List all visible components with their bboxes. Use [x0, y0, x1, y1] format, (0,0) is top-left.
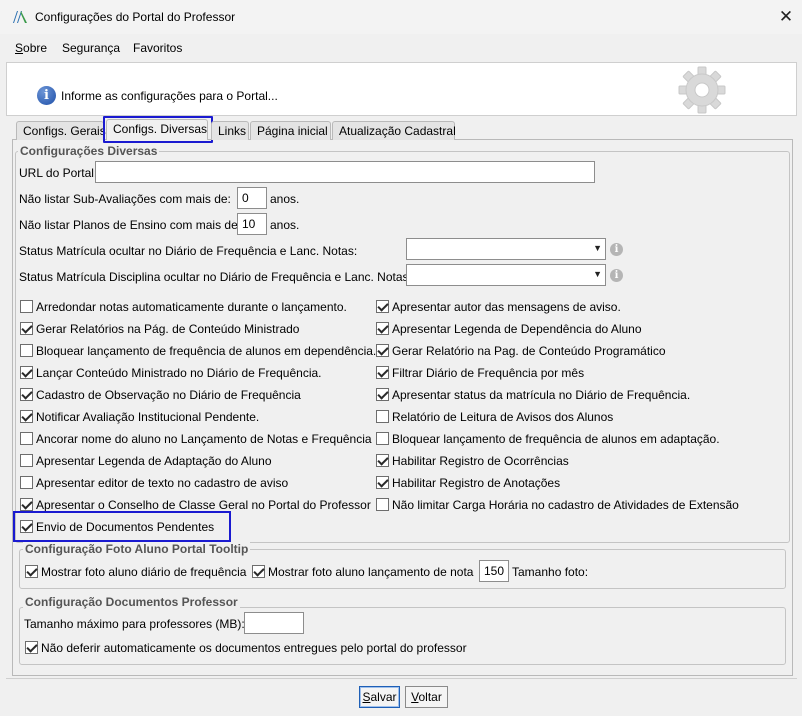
save-button[interactable]: Salvar — [359, 686, 400, 708]
checkbox-label: Bloquear lançamento de frequência de alu… — [392, 432, 720, 446]
checkbox-label: Ancorar nome do aluno no Lançamento de N… — [36, 432, 372, 446]
planos-ensino-input[interactable]: 10 — [237, 213, 267, 235]
planos-ensino-unit: anos. — [270, 218, 300, 232]
menu-sobre-mnemonic: S — [15, 41, 24, 55]
menu-favoritos[interactable]: Favoritos — [133, 41, 182, 55]
checkbox[interactable] — [376, 366, 389, 379]
window-right-edge — [797, 62, 802, 716]
group-documentos-professor — [19, 607, 786, 665]
sub-avaliacoes-input[interactable]: 0 — [237, 187, 267, 209]
checkbox[interactable] — [25, 641, 38, 654]
planos-ensino-label: Não listar Planos de Ensino com mais de: — [19, 218, 242, 232]
status-disciplina-label: Status Matrícula Disciplina ocultar no D… — [19, 270, 412, 284]
save-label-rest: alvar — [370, 690, 397, 704]
status-frequencia-select[interactable]: ▼ — [406, 238, 606, 260]
status-disciplina-select[interactable]: ▼ — [406, 264, 606, 286]
button-bar — [6, 678, 797, 716]
checkbox[interactable] — [20, 498, 33, 511]
checkbox[interactable] — [25, 565, 38, 578]
checkbox-label: Arredondar notas automaticamente durante… — [36, 300, 347, 314]
checkbox-label: Lançar Conteúdo Ministrado no Diário de … — [36, 366, 322, 380]
status-frequencia-label: Status Matrícula ocultar no Diário de Fr… — [19, 244, 358, 258]
checkbox[interactable] — [20, 454, 33, 467]
checkbox-label: Apresentar status da matrícula no Diário… — [392, 388, 691, 402]
checkbox-label: Apresentar Legenda de Adaptação do Aluno — [36, 454, 272, 468]
checkbox[interactable] — [376, 388, 389, 401]
tab-atualizacao-cadastral[interactable]: Atualização Cadastral — [332, 121, 456, 140]
checkbox-label: Apresentar editor de texto no cadastro d… — [36, 476, 289, 490]
back-label-rest: oltar — [418, 690, 442, 704]
checkbox[interactable] — [20, 388, 33, 401]
checkbox-label: Não limitar Carga Horária no cadastro de… — [392, 498, 739, 512]
save-mnemonic: S — [362, 690, 371, 704]
close-button[interactable]: ✕ — [772, 4, 800, 30]
group-foto-tooltip-legend: Configuração Foto Aluno Portal Tooltip — [23, 542, 251, 556]
docs-max-input[interactable] — [244, 612, 304, 634]
checkbox[interactable] — [20, 322, 33, 335]
url-label: URL do Portal: — [19, 166, 98, 180]
url-input[interactable] — [95, 161, 595, 183]
info-hint-icon[interactable]: i — [610, 269, 623, 282]
checkbox[interactable] — [20, 432, 33, 445]
checkbox[interactable] — [376, 498, 389, 511]
menu-bar — [0, 34, 802, 62]
tab-pagina-inicial[interactable]: Página inicial — [250, 121, 331, 140]
chevron-down-icon: ▼ — [593, 269, 602, 279]
checkbox[interactable] — [20, 344, 33, 357]
checkbox[interactable] — [376, 432, 389, 445]
checkbox[interactable] — [252, 565, 265, 578]
info-hint-icon[interactable]: i — [610, 243, 623, 256]
back-mnemonic: V — [411, 690, 419, 704]
back-button[interactable]: Voltar — [405, 686, 448, 708]
checkbox-label: Notificar Avaliação Institucional Penden… — [36, 410, 260, 424]
header-text: Informe as configurações para o Portal..… — [61, 89, 278, 103]
checkbox[interactable] — [376, 300, 389, 313]
checkbox-label: Mostrar foto aluno diário de frequência — [41, 565, 247, 579]
sub-avaliacoes-label: Não listar Sub-Avaliações com mais de: — [19, 192, 231, 206]
checkbox-label: Habilitar Registro de Anotações — [392, 476, 561, 490]
app-logo-icon — [13, 11, 27, 23]
gear-icon — [678, 66, 726, 114]
checkbox-label: Bloquear lançamento de frequência de alu… — [36, 344, 377, 358]
chevron-down-icon: ▼ — [593, 243, 602, 253]
checkbox-label: Gerar Relatório na Pag. de Conteúdo Prog… — [392, 344, 666, 358]
checkbox-label: Filtrar Diário de Frequência por mês — [392, 366, 585, 380]
checkbox[interactable] — [20, 366, 33, 379]
checkbox-label: Habilitar Registro de Ocorrências — [392, 454, 569, 468]
checkbox-label: Apresentar autor das mensagens de aviso. — [392, 300, 621, 314]
checkbox[interactable] — [376, 344, 389, 357]
window-title: Configurações do Portal do Professor — [35, 10, 236, 24]
checkbox-label: Cadastro de Observação no Diário de Freq… — [36, 388, 301, 402]
foto-size-label: Tamanho foto: — [512, 565, 589, 579]
checkbox-label: Apresentar o Conselho de Classe Geral no… — [36, 498, 371, 512]
tab-links[interactable]: Links — [211, 121, 249, 140]
checkbox[interactable] — [376, 476, 389, 489]
checkbox[interactable] — [376, 454, 389, 467]
info-icon: i — [37, 86, 56, 105]
checkbox-label: Apresentar Legenda de Dependência do Alu… — [392, 322, 642, 336]
docs-max-label: Tamanho máximo para professores (MB): — [24, 617, 245, 631]
menu-seguranca[interactable]: Segurança — [62, 41, 120, 55]
highlight-box-envio-documentos — [13, 511, 231, 542]
checkbox[interactable] — [20, 300, 33, 313]
tab-configs-gerais[interactable]: Configs. Gerais — [16, 121, 106, 140]
checkbox[interactable] — [376, 410, 389, 423]
checkbox-label: Não deferir automaticamente os documento… — [41, 641, 467, 655]
checkbox[interactable] — [20, 410, 33, 423]
checkbox-label: Gerar Relatórios na Pág. de Conteúdo Min… — [36, 322, 300, 336]
menu-sobre-label: obre — [23, 41, 48, 55]
sub-avaliacoes-unit: anos. — [270, 192, 300, 206]
foto-size-input[interactable]: 150 — [479, 560, 509, 582]
group-documentos-professor-legend: Configuração Documentos Professor — [23, 595, 240, 609]
checkbox-label: Mostrar foto aluno lançamento de nota — [268, 565, 474, 579]
menu-sobre[interactable]: Sobre — [15, 41, 47, 55]
checkbox[interactable] — [376, 322, 389, 335]
group-configuracoes-diversas-legend: Configurações Diversas — [18, 144, 160, 158]
checkbox[interactable] — [20, 476, 33, 489]
highlight-box-tab — [103, 116, 213, 143]
checkbox-label: Relatório de Leitura de Avisos dos Aluno… — [392, 410, 614, 424]
